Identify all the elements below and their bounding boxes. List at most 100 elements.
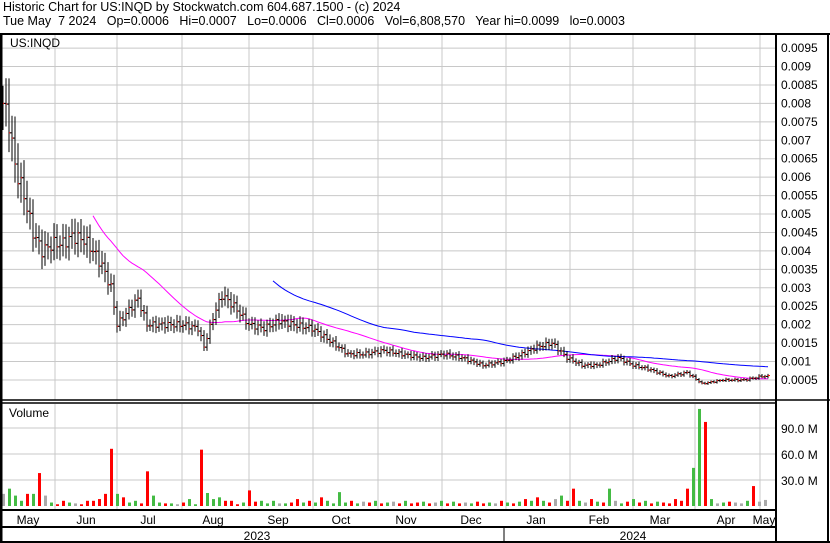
volume-bar xyxy=(152,495,155,506)
volume-bar xyxy=(158,502,161,506)
volume-bar xyxy=(434,502,437,506)
volume-bar xyxy=(440,500,443,506)
volume-bar xyxy=(602,502,605,506)
volume-bar xyxy=(356,503,359,506)
volume-bar xyxy=(758,501,761,506)
price-tick-label: 0.005 xyxy=(781,207,811,221)
volume-label: Volume xyxy=(9,406,49,420)
volume-bar xyxy=(494,503,497,506)
volume-bar xyxy=(650,503,653,506)
price-tick-label: 0.0005 xyxy=(781,373,818,387)
volume-bar xyxy=(26,493,29,506)
volume-bar xyxy=(14,495,17,506)
volume-bar xyxy=(590,499,593,506)
month-label: Feb xyxy=(589,513,610,527)
volume-bar xyxy=(692,467,695,506)
volume-bar xyxy=(98,499,101,506)
month-label: May xyxy=(753,513,776,527)
volume-bar xyxy=(386,502,389,506)
volume-bar xyxy=(296,499,299,506)
volume-bar xyxy=(182,502,185,506)
price-tick-label: 0.001 xyxy=(781,355,811,369)
price-axis: 0.0005 0.001 0.0015 0.002 0.0025 0.003 0.0035 0… xyxy=(781,41,818,387)
volume-tick-label: 90.0 M xyxy=(781,422,818,436)
volume-bar xyxy=(20,500,23,506)
volume-bar xyxy=(560,495,563,506)
price-tick-label: 0.0075 xyxy=(781,115,818,129)
volume-bar xyxy=(638,502,641,506)
volume-bar xyxy=(272,500,275,506)
volume-bar xyxy=(578,500,581,506)
price-tick-label: 0.0015 xyxy=(781,336,818,350)
volume-bar xyxy=(332,503,335,506)
year-axis: 2023 2024 xyxy=(244,529,647,543)
volume-bar xyxy=(710,499,713,506)
volume-bar xyxy=(194,504,197,506)
volume-bar xyxy=(506,502,509,506)
symbol-label: US:INQD xyxy=(10,36,60,50)
price-tick-label: 0.007 xyxy=(781,133,811,147)
volume-bar xyxy=(212,499,215,506)
month-label: Sep xyxy=(267,513,289,527)
volume-bar xyxy=(224,500,227,506)
volume-bar xyxy=(644,500,647,506)
price-tick-label: 0.008 xyxy=(781,96,811,110)
volume-bar xyxy=(218,497,221,506)
volume-bar xyxy=(368,502,371,506)
volume-bar xyxy=(740,503,743,506)
volume-bar xyxy=(746,500,749,506)
volume-bar xyxy=(722,502,725,506)
volume-bar xyxy=(488,502,491,506)
volume-bar xyxy=(128,502,131,506)
volume-bar xyxy=(122,497,125,506)
price-tick-label: 0.0065 xyxy=(781,152,818,166)
volume-bar xyxy=(518,501,521,506)
volume-tick-label: 60.0 M xyxy=(781,448,818,462)
month-label: Apr xyxy=(717,513,736,527)
volume-bar xyxy=(344,502,347,506)
month-label: Jan xyxy=(526,513,545,527)
volume-bar xyxy=(38,473,41,506)
volume-bar xyxy=(92,500,95,506)
volume-bar xyxy=(446,503,449,506)
month-label: Oct xyxy=(332,513,351,527)
price-tick-label: 0.0085 xyxy=(781,78,818,92)
volume-bar xyxy=(620,503,623,506)
volume-bar xyxy=(116,493,119,506)
volume-bar xyxy=(458,503,461,506)
volume-bar xyxy=(362,501,365,506)
volume-bar xyxy=(266,503,269,506)
volume-bar xyxy=(68,502,71,506)
month-axis: May Jun Jul Aug Sep Oct Nov Dec Jan Feb Mar Apr May xyxy=(17,513,776,527)
volume-bar xyxy=(176,504,179,506)
volume-tick-label: 30.0 M xyxy=(781,474,818,488)
volume-bar xyxy=(188,499,191,506)
price-tick-label: 0.0095 xyxy=(781,41,818,55)
volume-bar xyxy=(350,500,353,506)
volume-bar xyxy=(164,503,167,506)
volume-bar xyxy=(728,501,731,506)
volume-bar xyxy=(56,504,59,506)
volume-bar xyxy=(338,492,341,506)
volume-bar xyxy=(752,486,755,506)
volume-bar xyxy=(476,501,479,506)
volume-bar xyxy=(470,503,473,506)
month-label: Jun xyxy=(76,513,95,527)
volume-bar xyxy=(32,493,35,506)
volume-bar xyxy=(566,500,569,506)
volume-bar xyxy=(260,500,263,506)
volume-bar xyxy=(500,500,503,506)
price-tick-label: 0.002 xyxy=(781,318,811,332)
year-label: 2024 xyxy=(620,529,647,543)
month-label: Mar xyxy=(650,513,671,527)
volume-bar xyxy=(284,503,287,506)
month-label: Dec xyxy=(460,513,481,527)
volume-bar xyxy=(422,501,425,506)
month-label: May xyxy=(17,513,40,527)
volume-bar xyxy=(278,503,281,506)
price-tick-label: 0.0035 xyxy=(781,262,818,276)
volume-bar xyxy=(686,488,689,506)
volume-bar xyxy=(512,503,515,506)
volume-bar xyxy=(572,488,575,506)
volume-bar xyxy=(608,488,611,506)
